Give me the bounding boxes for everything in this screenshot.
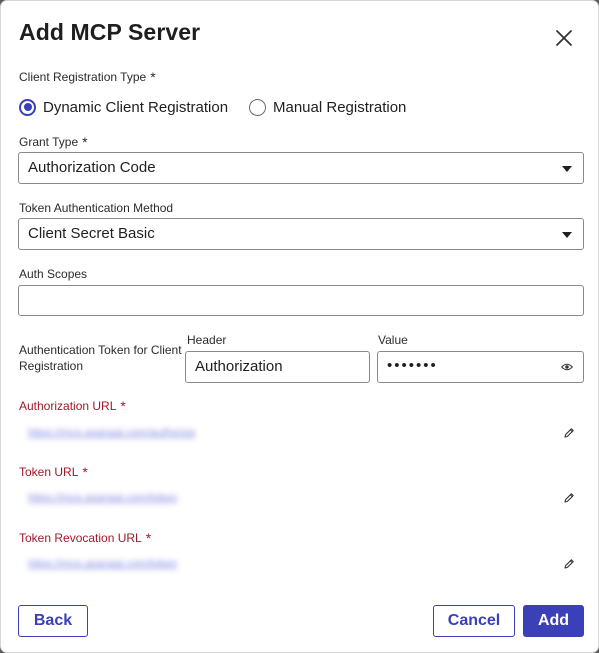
token-url-label: Token URL * bbox=[19, 464, 88, 480]
close-icon bbox=[556, 30, 572, 46]
token-auth-method-label: Token Authentication Method bbox=[19, 201, 174, 215]
radio-button[interactable] bbox=[249, 98, 266, 116]
grant-type-value: Authorization Code bbox=[28, 159, 156, 176]
auth-scopes-label: Auth Scopes bbox=[19, 267, 88, 281]
authorization-url-label: Authorization URL * bbox=[19, 398, 126, 414]
dialog-title: Add MCP Server bbox=[19, 19, 201, 45]
required-asterisk: * bbox=[82, 134, 88, 150]
radio-manual-registration[interactable]: Manual Registration bbox=[249, 96, 406, 118]
header-input[interactable]: Authorization bbox=[185, 351, 370, 383]
token-url-value[interactable]: https://mcp.asanaai.com/token bbox=[28, 492, 177, 504]
value-label: Value bbox=[378, 333, 408, 347]
token-auth-method-value: Client Secret Basic bbox=[28, 225, 155, 242]
radio-button-selected[interactable] bbox=[19, 98, 36, 116]
masked-password: ••••••• bbox=[387, 357, 438, 374]
grant-type-label: Grant Type * bbox=[19, 134, 88, 150]
required-asterisk: * bbox=[120, 398, 126, 414]
radio-dynamic-client-registration[interactable]: Dynamic Client Registration bbox=[19, 96, 228, 118]
grant-type-select[interactable]: Authorization Code bbox=[18, 152, 584, 184]
token-revocation-url-value[interactable]: https://mcp.asanaai.com/token bbox=[28, 558, 177, 570]
required-asterisk: * bbox=[145, 530, 152, 546]
header-label: Header bbox=[187, 333, 227, 347]
token-revocation-url-label: Token Revocation URL * bbox=[19, 530, 152, 546]
client-registration-type-label: Client Registration Type * bbox=[19, 69, 156, 85]
required-asterisk: * bbox=[82, 464, 88, 480]
cancel-button[interactable]: Cancel bbox=[433, 605, 515, 637]
close-button[interactable] bbox=[551, 25, 577, 51]
eye-icon[interactable] bbox=[561, 362, 573, 372]
required-asterisk: * bbox=[150, 69, 156, 85]
caret-down-icon bbox=[562, 232, 572, 238]
back-button[interactable]: Back bbox=[18, 605, 88, 637]
token-value-password-input[interactable]: ••••••• bbox=[377, 351, 584, 383]
auth-scopes-input[interactable] bbox=[18, 285, 584, 316]
pencil-icon[interactable] bbox=[563, 427, 575, 439]
radio-label: Manual Registration bbox=[273, 98, 407, 116]
caret-down-icon bbox=[562, 166, 572, 172]
add-button[interactable]: Add bbox=[523, 605, 584, 637]
add-mcp-server-dialog: Add MCP Server Client Registration Type *… bbox=[1, 1, 598, 652]
pencil-icon[interactable] bbox=[563, 558, 575, 570]
token-auth-method-select[interactable]: Client Secret Basic bbox=[18, 218, 584, 250]
authorization-url-value[interactable]: https://mcp.asanaai.com/authorize bbox=[28, 427, 196, 439]
header-value: Authorization bbox=[195, 358, 283, 375]
pencil-icon[interactable] bbox=[563, 492, 575, 504]
auth-token-label: Authentication Token for Client Registra… bbox=[19, 343, 182, 373]
radio-label: Dynamic Client Registration bbox=[43, 98, 229, 116]
